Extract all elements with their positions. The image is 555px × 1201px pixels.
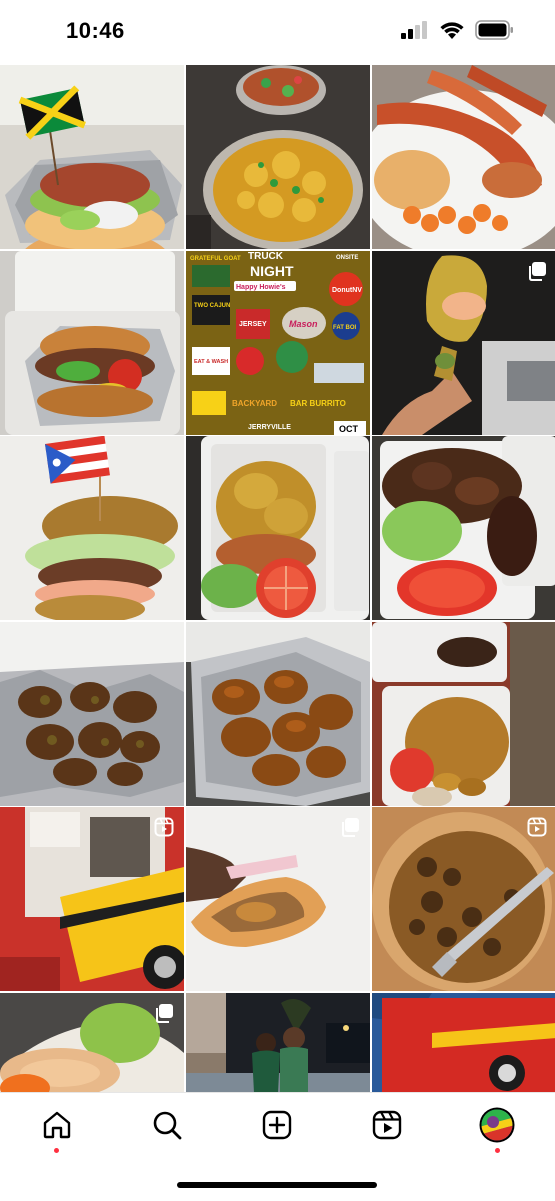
post-image: [372, 621, 555, 806]
post-image: TRUCK NIGHT ONSITE GRATEFUL GOAT Happy H…: [186, 250, 370, 435]
post-grid: TRUCK NIGHT ONSITE GRATEFUL GOAT Happy H…: [0, 65, 555, 1092]
poster-vendor: EAT & WASH: [194, 359, 228, 365]
post-image: [372, 436, 555, 621]
grid-post[interactable]: [186, 807, 370, 992]
poster-vendor: FAT BOI: [333, 325, 357, 331]
carousel-icon: [156, 1003, 173, 1023]
poster-vendor: DonutNV: [332, 287, 362, 294]
carousel-icon: [342, 818, 359, 838]
grid-post[interactable]: [372, 621, 555, 806]
post-image: [186, 621, 370, 806]
grid-post[interactable]: [0, 621, 184, 806]
reel-icon: [154, 817, 174, 837]
grid-post[interactable]: [186, 621, 370, 806]
profile-avatar: [479, 1107, 515, 1143]
post-image: [0, 621, 184, 806]
home-indicator: [177, 1182, 377, 1188]
poster-month: OCT: [339, 424, 359, 434]
poster-vendor: Happy Howie's: [236, 284, 286, 291]
plus-square-icon: [262, 1110, 292, 1140]
grid-post[interactable]: [372, 807, 555, 992]
status-bar: 10:46: [0, 0, 555, 64]
nav-profile-button[interactable]: [479, 1107, 515, 1143]
grid-post[interactable]: [372, 250, 555, 435]
poster-vendor: GRATEFUL GOAT: [190, 256, 241, 262]
carousel-icon: [529, 261, 546, 281]
reel-icon: [527, 817, 547, 837]
grid-post[interactable]: [372, 436, 555, 621]
wifi-icon: [440, 22, 464, 39]
poster-footer: JERRYVILLE: [248, 424, 291, 431]
grid-post[interactable]: [186, 436, 370, 621]
poster-title-top: TRUCK: [248, 251, 284, 262]
grid-post[interactable]: [0, 250, 184, 435]
post-image: [0, 65, 184, 249]
grid-post[interactable]: TRUCK NIGHT ONSITE GRATEFUL GOAT Happy H…: [186, 250, 370, 435]
post-image: [0, 436, 184, 621]
grid-post[interactable]: [372, 65, 555, 249]
nav-home-button[interactable]: [39, 1107, 75, 1143]
poster-title: NIGHT: [250, 263, 294, 279]
cellular-signal-icon: [401, 21, 427, 39]
grid-post[interactable]: [0, 992, 184, 1092]
post-image: [372, 992, 555, 1092]
post-image: [186, 436, 370, 621]
nav-create-button[interactable]: [259, 1107, 295, 1143]
post-image: [372, 65, 555, 249]
home-notification-dot: [54, 1148, 59, 1153]
poster-vendor: TWO CAJUN: [194, 303, 230, 309]
poster-vendor: BACKYARD: [232, 399, 277, 408]
post-image: [0, 250, 184, 435]
status-icons: [401, 20, 515, 40]
poster-onsite: ONSITE: [336, 255, 358, 261]
grid-post[interactable]: [186, 65, 370, 249]
grid-post[interactable]: [0, 436, 184, 621]
grid-post[interactable]: [0, 807, 184, 992]
post-image: [186, 65, 370, 249]
nav-search-button[interactable]: [149, 1107, 185, 1143]
profile-notification-dot: [495, 1148, 500, 1153]
poster-vendor: Mason: [289, 319, 318, 329]
battery-icon: [475, 20, 513, 40]
nav-reels-button[interactable]: [369, 1107, 405, 1143]
grid-post[interactable]: [186, 992, 370, 1092]
home-icon: [43, 1111, 71, 1139]
grid-post[interactable]: [372, 992, 555, 1092]
status-time: 10:46: [66, 18, 125, 43]
post-image: [186, 992, 370, 1092]
grid-post[interactable]: [0, 65, 184, 249]
poster-vendor: JERSEY: [239, 321, 267, 328]
poster-vendor: BAR BURRITO: [290, 399, 346, 408]
reels-icon: [372, 1110, 402, 1140]
search-icon: [153, 1111, 182, 1140]
